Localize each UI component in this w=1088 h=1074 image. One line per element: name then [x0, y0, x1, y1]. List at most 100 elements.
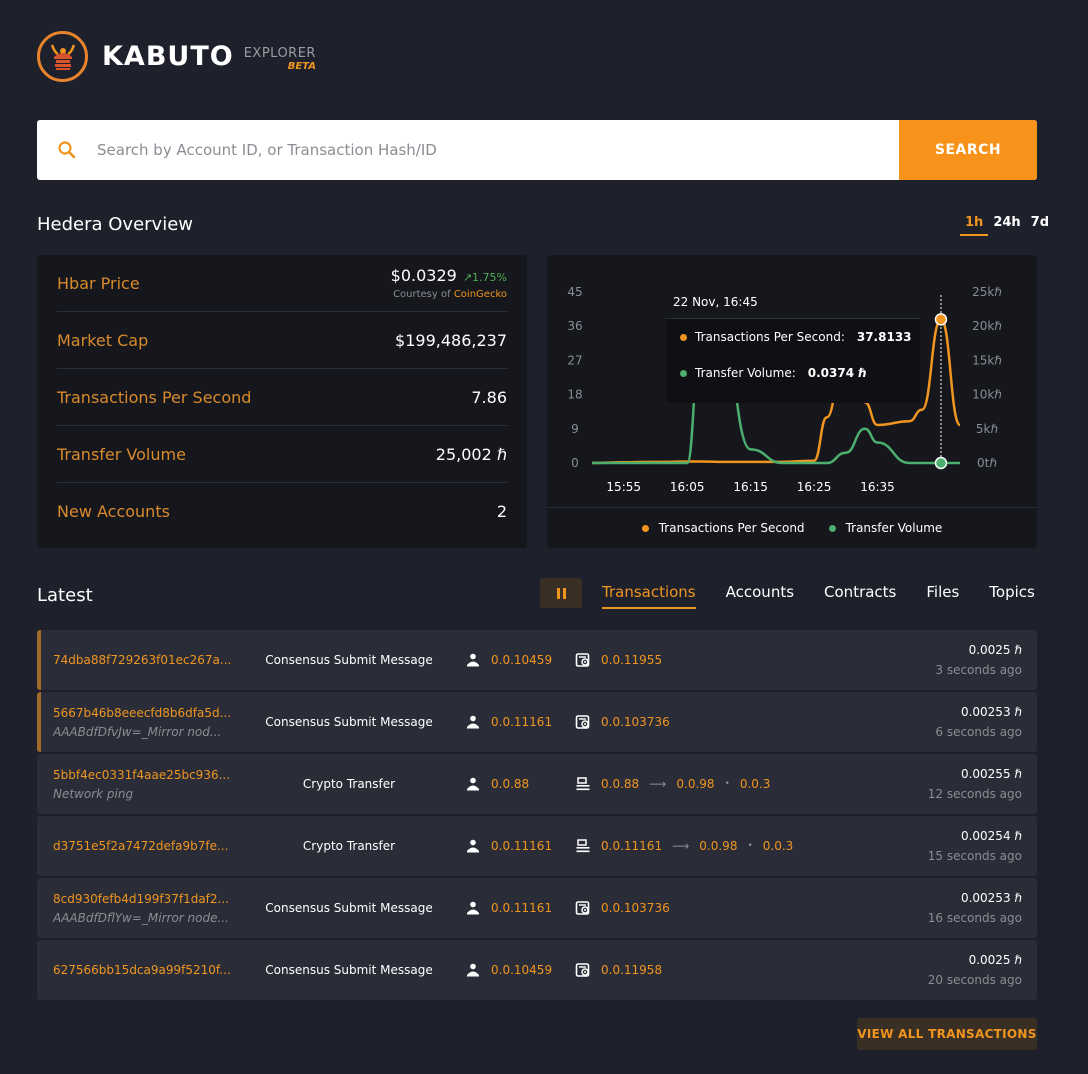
explorer-label: EXPLORER	[243, 46, 316, 61]
y-left-tick-label: 45	[567, 285, 582, 299]
transaction-type: Consensus Submit Message	[265, 653, 433, 667]
topic-id[interactable]: 0.0.11955	[601, 653, 662, 667]
legend-item-volume[interactable]: Transfer Volume	[828, 521, 943, 535]
range-tab-7d[interactable]: 7d	[1026, 215, 1054, 236]
fee-cell: 0.0025 ℏ 3 seconds ago	[935, 643, 1022, 677]
payer-account[interactable]: 0.0.11161	[491, 839, 552, 853]
user-icon	[465, 900, 481, 916]
volume-dot-icon	[828, 524, 836, 532]
transaction-row[interactable]: 8cd930fefb4d199f37f1daf2... AAABdfDflYw=_…	[37, 878, 1037, 938]
tab-contracts[interactable]: Contracts	[824, 583, 896, 609]
payer-account[interactable]: 0.0.88	[491, 777, 529, 791]
search-input[interactable]	[97, 120, 899, 180]
payer-cell: 0.0.11161	[465, 838, 552, 854]
topic-id[interactable]: 0.0.11958	[601, 963, 662, 977]
coingecko-link[interactable]: CoinGecko	[454, 289, 507, 300]
transfer-from-account[interactable]: 0.0.11161	[601, 839, 662, 853]
transaction-row[interactable]: 5bbf4ec0331f4aae25bc936... Network ping Cr…	[37, 754, 1037, 814]
transfer-from-account[interactable]: 0.0.88	[601, 777, 639, 791]
payer-cell: 0.0.11161	[465, 714, 552, 730]
transaction-type: Consensus Submit Message	[265, 715, 433, 729]
market-cap-value: $199,486,237	[395, 330, 507, 350]
transaction-hash[interactable]: 5667b46b8eeecfd8b6dfa5d...	[53, 706, 243, 720]
transaction-hash[interactable]: 627566bb15dca9a99f5210f...	[53, 963, 243, 977]
network-stats-panel: Hbar Price $0.0329 ↗1.75% Courtesy of Co…	[37, 255, 527, 548]
user-icon	[465, 714, 481, 730]
brand-subtitle: EXPLORER BETA	[244, 47, 316, 73]
transaction-age: 6 seconds ago	[935, 725, 1022, 739]
kabuto-logo[interactable]	[37, 30, 88, 82]
payer-account[interactable]: 0.0.10459	[491, 653, 552, 667]
topic-id[interactable]: 0.0.103736	[601, 715, 670, 729]
topic-target: 0.0.11958	[575, 962, 662, 978]
transaction-row[interactable]: 5667b46b8eeecfd8b6dfa5d... AAABdfDfvJw=_M…	[37, 692, 1037, 752]
transaction-row[interactable]: d3751e5f2a7472defa9b7fe... Crypto Transfe…	[37, 816, 1037, 876]
transfer-to-account[interactable]: 0.0.98	[699, 839, 737, 853]
legend-item-tps[interactable]: Transactions Per Second	[641, 521, 805, 535]
y-right-tick-label: 20kℏ	[972, 319, 1002, 333]
tab-accounts[interactable]: Accounts	[726, 583, 794, 609]
transaction-hash[interactable]: d3751e5f2a7472defa9b7fe...	[53, 839, 243, 853]
user-icon	[465, 962, 481, 978]
range-tab-1h[interactable]: 1h	[960, 215, 989, 236]
samurai-helmet-icon	[50, 44, 75, 70]
tps-dot-icon	[680, 333, 687, 341]
transaction-hash[interactable]: 5bbf4ec0331f4aae25bc936...	[53, 768, 243, 782]
y-left-tick-label: 0	[571, 456, 579, 470]
transaction-type: Crypto Transfer	[302, 839, 396, 853]
transaction-hash[interactable]: 74dba88f729263f01ec267a...	[53, 653, 243, 667]
legend-label: Transfer Volume	[845, 521, 943, 535]
fee-cell: 0.00254 ℏ 15 seconds ago	[928, 829, 1022, 863]
transaction-id-cell: 5667b46b8eeecfd8b6dfa5d... AAABdfDfvJw=_M…	[53, 706, 243, 739]
brand-name[interactable]: KABUTO	[102, 41, 234, 72]
transaction-hash[interactable]: 8cd930fefb4d199f37f1daf2...	[53, 892, 243, 906]
transaction-memo: AAABdfDfvJw=_Mirror nod...	[53, 724, 222, 739]
range-tab-24h[interactable]: 24h	[988, 215, 1025, 236]
topic-target: 0.0.11955	[575, 652, 662, 668]
separator-dot: •	[747, 841, 753, 851]
transaction-id-cell: 627566bb15dca9a99f5210f...	[53, 963, 243, 977]
chart-legend: Transactions Per Second Transfer Volume	[547, 507, 1037, 548]
transaction-row[interactable]: 627566bb15dca9a99f5210f... Consensus Subm…	[37, 940, 1037, 1000]
tab-files[interactable]: Files	[926, 583, 959, 609]
chart-tooltip: 22 Nov, 16:45 Transactions Per Second: 3…	[666, 285, 920, 403]
new-accounts-value: 2	[496, 502, 507, 521]
site-header: KABUTO EXPLORER BETA	[37, 30, 316, 82]
pause-button[interactable]	[540, 578, 582, 608]
arrow-right-icon: ⟶	[672, 839, 690, 853]
transaction-id-cell: d3751e5f2a7472defa9b7fe...	[53, 839, 243, 853]
x-tick-label: 15:55	[606, 480, 641, 494]
transaction-type: Consensus Submit Message	[265, 901, 433, 915]
price-source: Courtesy of CoinGecko	[393, 289, 507, 300]
payer-account[interactable]: 0.0.10459	[491, 963, 552, 977]
transfer-volume-value: 25,002 ℏ	[435, 444, 507, 464]
transfer-to-account[interactable]: 0.0.98	[676, 777, 714, 791]
view-all-transactions-button[interactable]: VIEW ALL TRANSACTIONS	[857, 1018, 1037, 1050]
transfer-icon	[575, 776, 591, 792]
y-left-tick-label: 36	[567, 319, 582, 333]
data-point-volume	[934, 456, 948, 470]
overview-title: Hedera Overview	[37, 214, 194, 235]
tab-transactions[interactable]: Transactions	[602, 583, 696, 609]
y-right-tick-label: 5kℏ	[976, 422, 999, 436]
search-icon	[37, 120, 97, 180]
fee-cell: 0.0025 ℏ 20 seconds ago	[928, 953, 1022, 987]
node-account[interactable]: 0.0.3	[740, 777, 771, 791]
topic-id[interactable]: 0.0.103736	[601, 901, 670, 915]
x-tick-label: 16:25	[797, 480, 832, 494]
node-account[interactable]: 0.0.3	[763, 839, 794, 853]
topic-icon	[575, 652, 591, 668]
transaction-row[interactable]: 74dba88f729263f01ec267a... Consensus Subm…	[37, 630, 1037, 690]
payer-account[interactable]: 0.0.11161	[491, 715, 552, 729]
user-icon	[465, 838, 481, 854]
fee-cell: 0.00253 ℏ 6 seconds ago	[935, 705, 1022, 739]
payer-account[interactable]: 0.0.11161	[491, 901, 552, 915]
transaction-fee: 0.00254 ℏ	[960, 829, 1022, 843]
data-point-tps	[934, 313, 948, 326]
transaction-id-cell: 5bbf4ec0331f4aae25bc936... Network ping	[53, 768, 243, 801]
transaction-fee: 0.00253 ℏ	[960, 705, 1022, 719]
tab-topics[interactable]: Topics	[989, 583, 1035, 609]
payer-cell: 0.0.11161	[465, 900, 552, 916]
search-button[interactable]: SEARCH	[899, 120, 1037, 180]
tooltip-time: 22 Nov, 16:45	[666, 285, 920, 319]
